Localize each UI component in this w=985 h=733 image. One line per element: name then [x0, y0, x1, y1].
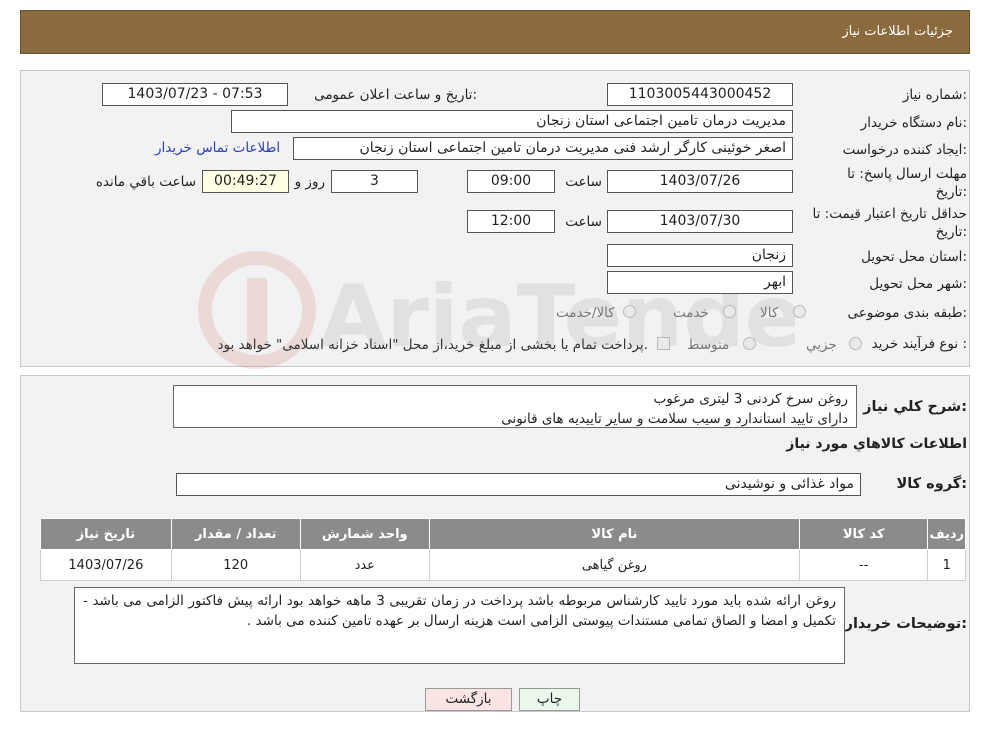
validity-time-field: 12:00 [467, 210, 555, 233]
cell-name: روغن گیاهی [428, 549, 800, 581]
col-qty-header: تعداد / مقدار [170, 518, 301, 550]
announce-label: تاریخ و ساعت اعلان عمومی: [314, 87, 477, 103]
category-option-goods-service: کالا/خدمت [556, 305, 615, 321]
items-table: رديف كد كالا نام كالا واحد شمارش تعداد /… [40, 518, 966, 581]
validity-date-field: 1403/07/30 [607, 210, 793, 233]
buyer-org-label: نام دستگاه خریدار: [860, 115, 967, 131]
process-option-medium: متوسط [687, 337, 730, 353]
goods-group-label: گروه كالا: [896, 476, 967, 492]
remaining-label: ساعت باقي مانده [95, 174, 196, 190]
category-label: طبقه بندی موضوعی: [847, 305, 967, 321]
page-title: جزئیات اطلاعات نیاز [842, 24, 953, 39]
remaining-time-field: 00:49:27 [202, 170, 289, 193]
process-label: نوع فرآیند خرید : [871, 336, 967, 352]
print-button[interactable]: چاپ [519, 688, 580, 711]
buyer-notes-label: توضيحات خريدار: [844, 616, 967, 632]
creator-field: اصغر خوئینی کارگر ارشد فنی مدیریت درمان … [293, 137, 793, 160]
validity-label-date: تاریخ: [935, 224, 967, 240]
need-number-field: 1103005443000452 [607, 83, 793, 106]
description-label: شرح كلي نياز: [863, 399, 967, 415]
deadline-label-date: تاریخ: [935, 184, 967, 200]
process-option-minor: جزیي [806, 337, 837, 353]
days-field: 3 [331, 170, 418, 193]
goods-section-title: اطلاعات كالاهاي مورد نياز [786, 436, 967, 452]
buyer-notes-textarea[interactable]: روغن ارائه شده باید مورد تایید کارشناس م… [74, 587, 845, 664]
validity-time-label: ساعت [565, 214, 602, 230]
goods-group-field: مواد غذائی و نوشیدنی [176, 473, 861, 496]
description-textarea[interactable]: روغن سرخ کردنی 3 لیتری مرغوب دارای تایید… [173, 385, 857, 428]
cell-date: 1403/07/26 [40, 549, 172, 581]
creator-label: ایجاد کننده درخواست: [842, 142, 967, 158]
table-row: 1 -- روغن گیاهی عدد 120 1403/07/26 [40, 549, 966, 581]
city-label: شهر محل تحویل: [869, 276, 967, 292]
buyer-org-field: مدیریت درمان تامین اجتماعی استان زنجان [231, 110, 793, 133]
treasury-checkbox[interactable] [657, 337, 670, 350]
cell-qty: 120 [170, 549, 301, 581]
need-number-label: شماره نیاز: [902, 87, 967, 103]
province-label: استان محل تحویل: [861, 249, 967, 265]
process-radio-medium[interactable] [743, 337, 756, 350]
page-header: جزئیات اطلاعات نیاز [20, 10, 970, 54]
cell-row: 1 [927, 549, 966, 581]
deadline-label: مهلت ارسال پاسخ: تا [847, 166, 967, 182]
col-date-header: تاريخ نياز [40, 518, 172, 550]
category-radio-goods[interactable] [793, 305, 806, 318]
buyer-contact-link[interactable]: اطلاعات تماس خریدار [155, 140, 280, 156]
category-option-service: خدمت [673, 305, 709, 321]
deadline-time-field: 09:00 [467, 170, 555, 193]
cell-code: -- [798, 549, 929, 581]
process-note: پرداخت تمام یا بخشی از مبلغ خرید،از محل … [217, 337, 648, 353]
deadline-time-label: ساعت [565, 174, 602, 190]
category-radio-service[interactable] [723, 305, 736, 318]
col-unit-header: واحد شمارش [299, 518, 430, 550]
province-field: زنجان [607, 244, 793, 267]
deadline-date-field: 1403/07/26 [607, 170, 793, 193]
announce-field: 1403/07/23 - 07:53 [102, 83, 288, 106]
days-label: روز و [294, 174, 325, 190]
col-name-header: نام كالا [428, 518, 800, 550]
category-radio-goods-service[interactable] [623, 305, 636, 318]
validity-label: حداقل تاریخ اعتبار قیمت: تا [812, 206, 967, 222]
city-field: ابهر [607, 271, 793, 294]
cell-unit: عدد [299, 549, 430, 581]
back-button[interactable]: بازگشت [425, 688, 512, 711]
col-row-header: رديف [927, 518, 966, 550]
category-option-goods: کالا [760, 305, 779, 321]
table-header-row: رديف كد كالا نام كالا واحد شمارش تعداد /… [40, 518, 966, 550]
col-code-header: كد كالا [798, 518, 929, 550]
process-radio-minor[interactable] [849, 337, 862, 350]
